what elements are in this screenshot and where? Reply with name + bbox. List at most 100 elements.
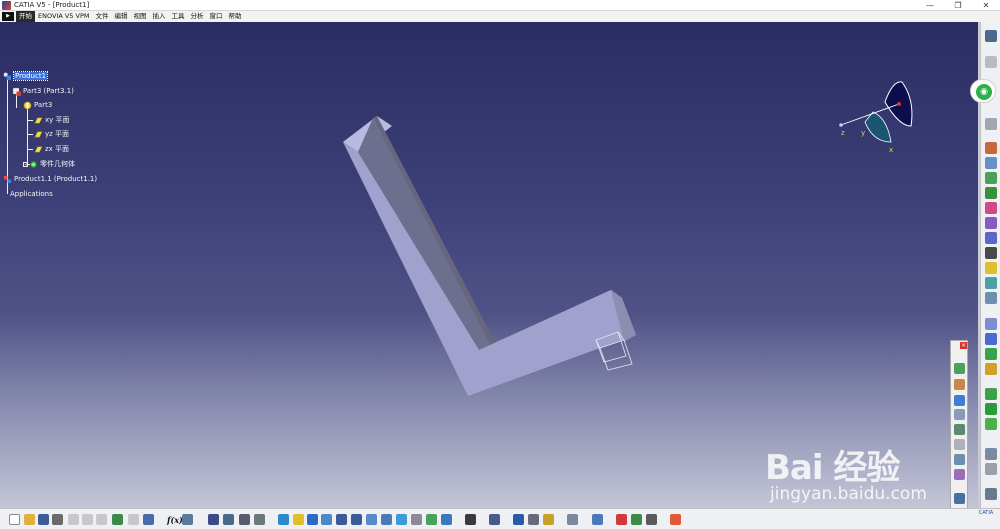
baidu-watermark: Bai 经验 jingyan.baidu.com xyxy=(765,420,965,510)
tree-item-plane-xy[interactable]: xy 平面 xyxy=(34,114,70,126)
floating-toolbar-close-button[interactable]: × xyxy=(960,342,967,349)
minimize-button[interactable]: — xyxy=(916,0,944,11)
hide-show-icon[interactable] xyxy=(426,514,437,525)
open-folder-icon[interactable] xyxy=(24,514,35,525)
rt-tool-6-icon[interactable] xyxy=(985,172,997,184)
compass-widget[interactable]: z y x xyxy=(835,80,925,160)
formula-button[interactable]: f(x) xyxy=(167,515,183,525)
rt-tool-4-icon[interactable] xyxy=(985,142,997,154)
menu-help[interactable]: 帮助 xyxy=(225,11,244,22)
new-document-icon[interactable] xyxy=(9,514,20,525)
rt-tool-2-icon[interactable] xyxy=(985,56,997,68)
measure-inertia-icon[interactable] xyxy=(543,514,554,525)
rt-tool-1-icon[interactable] xyxy=(985,30,997,42)
zoom-out-icon[interactable] xyxy=(351,514,362,525)
analysis-4-icon[interactable] xyxy=(670,514,681,525)
tree-label-plane-xy: xy 平面 xyxy=(45,116,70,124)
tree-item-plane-zx[interactable]: zx 平面 xyxy=(34,143,69,155)
rt-tool-9-icon[interactable] xyxy=(985,217,997,229)
menu-enovia[interactable]: ENOVIA V5 VPM xyxy=(35,11,92,22)
ft-tool-2-icon[interactable] xyxy=(954,379,965,390)
whats-this-icon[interactable] xyxy=(143,514,154,525)
print-icon[interactable] xyxy=(52,514,63,525)
camera-icon[interactable] xyxy=(465,514,476,525)
tree-label-part: Part3 xyxy=(34,101,53,109)
multi-view-icon[interactable] xyxy=(381,514,392,525)
fit-all-icon[interactable] xyxy=(293,514,304,525)
measure-between-icon[interactable] xyxy=(513,514,524,525)
menu-window[interactable]: 窗口 xyxy=(206,11,225,22)
plane-icon xyxy=(34,131,43,137)
swap-space-icon[interactable] xyxy=(441,514,452,525)
rt-tool-5-icon[interactable] xyxy=(985,157,997,169)
rt-tool-3-icon[interactable] xyxy=(985,118,997,130)
measure-icon[interactable] xyxy=(489,514,500,525)
rt-tool-19-icon[interactable] xyxy=(985,388,997,400)
rt-tool-23-icon[interactable] xyxy=(985,463,997,475)
tree-item-part-body[interactable]: + 零件几何体 xyxy=(23,158,75,170)
rt-tool-8-icon[interactable] xyxy=(985,202,997,214)
tree-item-plane-yz[interactable]: yz 平面 xyxy=(34,128,69,140)
maximize-button[interactable]: ❐ xyxy=(944,0,972,11)
rt-tool-21-icon[interactable] xyxy=(985,418,997,430)
redo-icon[interactable] xyxy=(128,514,139,525)
pan-icon[interactable] xyxy=(307,514,318,525)
menu-analyze[interactable]: 分析 xyxy=(187,11,206,22)
analysis-2-icon[interactable] xyxy=(631,514,642,525)
workbench-logo-icon[interactable]: ▶ xyxy=(2,12,14,21)
rt-tool-7-icon[interactable] xyxy=(985,187,997,199)
analysis-3-icon[interactable] xyxy=(646,514,657,525)
rt-tool-18-icon[interactable] xyxy=(985,363,997,375)
tool-catalog-icon[interactable] xyxy=(208,514,219,525)
rt-tool-15-icon[interactable] xyxy=(985,318,997,330)
rt-tool-20-icon[interactable] xyxy=(985,403,997,415)
menu-start[interactable]: 开始 xyxy=(16,11,35,22)
rt-tool-12-icon[interactable] xyxy=(985,262,997,274)
undo-icon[interactable] xyxy=(112,514,123,525)
apply-material-icon[interactable] xyxy=(567,514,578,525)
network-badge[interactable]: ◉ xyxy=(970,79,996,103)
paste-icon[interactable] xyxy=(96,514,107,525)
rt-tool-13-icon[interactable] xyxy=(985,277,997,289)
comment-icon[interactable] xyxy=(182,514,193,525)
ft-tool-4-icon[interactable] xyxy=(954,409,965,420)
rt-tool-14-icon[interactable] xyxy=(985,292,997,304)
fly-mode-icon[interactable] xyxy=(278,514,289,525)
shading-icon[interactable] xyxy=(411,514,422,525)
cut-icon[interactable] xyxy=(68,514,79,525)
menu-view[interactable]: 视图 xyxy=(130,11,149,22)
ft-tool-3-icon[interactable] xyxy=(954,395,965,406)
menu-insert[interactable]: 插入 xyxy=(149,11,168,22)
rt-tool-22-icon[interactable] xyxy=(985,448,997,460)
tree-item-sub-product[interactable]: Product1.1 (Product1.1) xyxy=(3,173,97,185)
normal-view-icon[interactable] xyxy=(366,514,377,525)
menu-edit[interactable]: 编辑 xyxy=(111,11,130,22)
tree-item-part[interactable]: Part3 xyxy=(23,99,52,111)
zoom-in-icon[interactable] xyxy=(336,514,347,525)
tool-knowledge-icon[interactable] xyxy=(223,514,234,525)
watermark-url: jingyan.baidu.com xyxy=(770,484,927,504)
tree-label-plane-yz: yz 平面 xyxy=(45,130,70,138)
expand-toggle[interactable]: + xyxy=(23,161,28,167)
ft-tool-1-icon[interactable] xyxy=(954,363,965,374)
tree-item-product1[interactable]: Product1 xyxy=(3,70,49,82)
tree-item-part-instance[interactable]: Part3 (Part3.1) xyxy=(12,85,74,97)
menu-tools[interactable]: 工具 xyxy=(168,11,187,22)
rt-tool-24-icon[interactable] xyxy=(985,488,997,500)
tool-snap-icon[interactable] xyxy=(254,514,265,525)
tree-item-applications[interactable]: Applications xyxy=(10,188,53,200)
analysis-1-icon[interactable] xyxy=(616,514,627,525)
close-button[interactable]: ✕ xyxy=(972,0,1000,11)
menu-file[interactable]: 文件 xyxy=(92,11,111,22)
rt-tool-17-icon[interactable] xyxy=(985,348,997,360)
copy-icon[interactable] xyxy=(82,514,93,525)
rt-tool-11-icon[interactable] xyxy=(985,247,997,259)
rt-tool-10-icon[interactable] xyxy=(985,232,997,244)
save-icon[interactable] xyxy=(38,514,49,525)
iso-view-icon[interactable] xyxy=(396,514,407,525)
rt-tool-16-icon[interactable] xyxy=(985,333,997,345)
tool-parameters-icon[interactable] xyxy=(239,514,250,525)
measure-item-icon[interactable] xyxy=(528,514,539,525)
rotate-icon[interactable] xyxy=(321,514,332,525)
render-icon[interactable] xyxy=(592,514,603,525)
